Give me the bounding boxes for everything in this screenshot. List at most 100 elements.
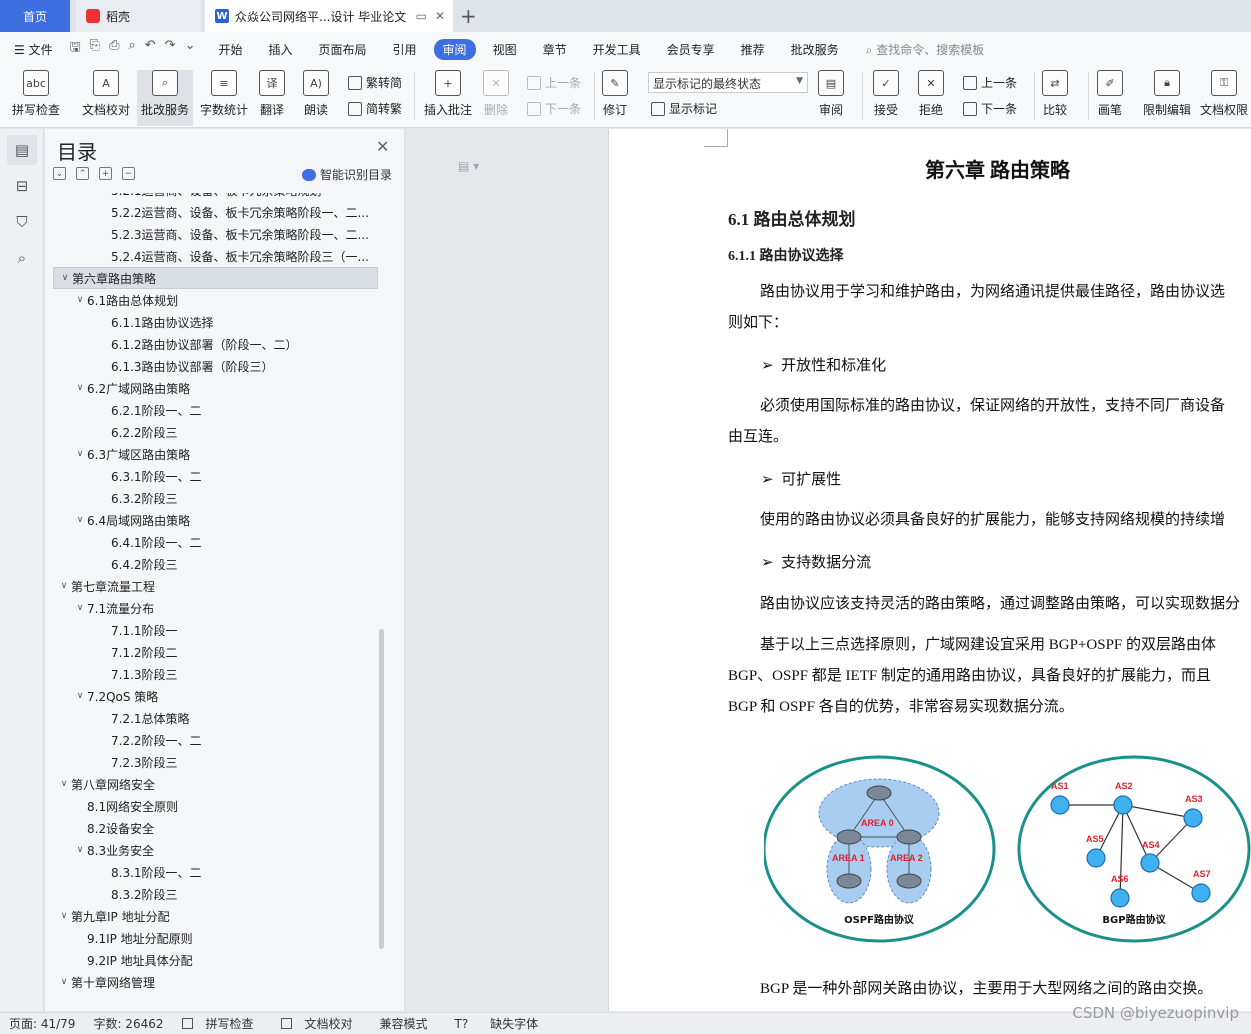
toc-scrollbar[interactable] <box>379 629 384 949</box>
read-aloud-button[interactable]: A) 朗读 <box>303 70 329 118</box>
plus-icon[interactable]: + <box>99 167 112 180</box>
toc-item[interactable]: 6.2.1阶段一、二 <box>53 399 378 421</box>
toc-item[interactable]: 8.3.1阶段一、二 <box>53 861 378 883</box>
toc-item[interactable]: 6.3.2阶段三 <box>53 487 378 509</box>
new-tab-icon[interactable]: + <box>460 4 477 28</box>
document-page[interactable]: 第六章 路由策略 6.1 路由总体规划 6.1.1 路由协议选择 路由协议用于学… <box>608 129 1251 1011</box>
redo-icon[interactable]: ↷ <box>165 38 176 60</box>
toc-item[interactable]: 6.1.3路由协议部署（阶段三） <box>53 355 378 377</box>
toc-item[interactable]: 6.4.1阶段一、二 <box>53 531 378 553</box>
chevron-down-icon[interactable]: ∨ <box>57 911 71 921</box>
to-traditional-button[interactable]: 繁转简 <box>348 74 402 91</box>
menu-review-service[interactable]: 批改服务 <box>778 41 852 58</box>
missing-font-button[interactable]: T? 缺失字体 <box>437 1015 557 1032</box>
toc-item[interactable]: 7.1.3阶段三 <box>53 663 378 685</box>
menu-page-layout[interactable]: 页面布局 <box>306 41 380 58</box>
toc-item[interactable]: ∨ 第八章网络安全 <box>53 773 378 795</box>
toc-item[interactable]: 9.2IP 地址具体分配 <box>53 949 378 971</box>
menu-review[interactable]: 审阅 <box>433 38 476 60</box>
menu-reference[interactable]: 引用 <box>380 41 430 58</box>
command-search[interactable]: ⌕ 查找命令、搜索模板 <box>866 41 985 58</box>
chevron-down-icon[interactable]: ∨ <box>57 779 71 789</box>
prev-comment-button[interactable]: 上一条 <box>527 74 581 91</box>
menu-insert[interactable]: 插入 <box>256 41 306 58</box>
save-icon[interactable]: 🖫 <box>70 38 81 60</box>
close-icon[interactable]: ✕ <box>435 9 445 23</box>
window-icon[interactable]: ▭ <box>416 9 427 23</box>
toc-item[interactable]: ∨ 第十章网络管理 <box>53 971 378 993</box>
toc-item[interactable]: 5.2.3运营商、设备、板卡冗余策略阶段一、二... <box>53 223 378 245</box>
toc-item[interactable]: ∨ 第九章IP 地址分配 <box>53 905 378 927</box>
chevron-down-icon[interactable]: ∨ <box>73 515 87 525</box>
minus-icon[interactable]: − <box>122 167 135 180</box>
close-icon[interactable]: ✕ <box>376 137 389 156</box>
translate-button[interactable]: 译翻译 <box>259 70 285 118</box>
toc-item[interactable]: 6.2.2阶段三 <box>53 421 378 443</box>
word-count-button[interactable]: ≡ 字数统计 <box>200 70 248 118</box>
insert-comment-button[interactable]: + 插入批注 <box>424 70 472 118</box>
undo-icon[interactable]: ↶ <box>145 38 156 60</box>
bookmark-icon[interactable]: ⛉ <box>7 207 37 237</box>
menu-recommend[interactable]: 推荐 <box>728 41 778 58</box>
next-comment-button[interactable]: 下一条 <box>527 100 581 117</box>
compare-button[interactable]: ⇄ 比较 <box>1042 70 1068 118</box>
show-markup-button[interactable]: 显示标记 <box>651 100 717 117</box>
chapter-nav-icon[interactable]: ⊟ <box>7 171 37 201</box>
toc-item[interactable]: 6.4.2阶段三 <box>53 553 378 575</box>
spell-check-button[interactable]: abc 拼写检查 <box>12 70 60 118</box>
tab-home[interactable]: 首页 <box>0 0 70 32</box>
toc-item[interactable]: 6.3.1阶段一、二 <box>53 465 378 487</box>
word-count-indicator[interactable]: 字数: 26462 <box>84 1015 172 1032</box>
document-icon[interactable]: ▤ ▾ <box>458 159 479 173</box>
toc-item[interactable]: ∨ 第七章流量工程 <box>53 575 378 597</box>
chevron-down-icon[interactable]: ∨ <box>73 845 87 855</box>
delete-comment-button[interactable]: ✕ 删除 <box>483 70 509 118</box>
collapse-icon[interactable]: ⌃ <box>76 167 89 180</box>
file-menu[interactable]: ☰ 文件 <box>0 41 66 58</box>
toc-item[interactable]: ∨ 6.4局域网路由策略 <box>53 509 378 531</box>
menu-view[interactable]: 视图 <box>480 41 530 58</box>
accept-button[interactable]: ✓ 接受 <box>873 70 899 118</box>
to-simplified-button[interactable]: 简转繁 <box>348 100 402 117</box>
toc-item[interactable]: ∨ 7.2QoS 策略 <box>53 685 378 707</box>
chevron-down-icon[interactable]: ∨ <box>58 273 72 283</box>
track-changes-button[interactable]: ✎ 修订 <box>602 70 628 118</box>
toc-item[interactable]: ∨ 7.1流量分布 <box>53 597 378 619</box>
chevron-down-icon[interactable]: ∨ <box>73 603 87 613</box>
prev-change-button[interactable]: 上一条 <box>963 74 1017 91</box>
toc-panel-icon[interactable]: ▤ <box>7 135 37 165</box>
doc-proof-button[interactable]: A 文档校对 <box>82 70 130 118</box>
toc-item[interactable]: 8.3.2阶段三 <box>53 883 378 905</box>
menu-start[interactable]: 开始 <box>205 41 255 58</box>
chevron-down-icon[interactable]: ∨ <box>73 449 87 459</box>
toc-item[interactable]: 6.1.2路由协议部署（阶段一、二） <box>53 333 378 355</box>
toc-item[interactable]: 5.2.1运营商、设备、板卡冗余策略规划 <box>53 193 378 201</box>
pen-button[interactable]: ✐ 画笔 <box>1097 70 1123 118</box>
chevron-down-icon[interactable]: ∨ <box>57 977 71 987</box>
next-change-button[interactable]: 下一条 <box>963 100 1017 117</box>
restrict-edit-button[interactable]: 🔒︎ 限制编辑 <box>1143 70 1191 118</box>
toc-item[interactable]: 7.1.2阶段二 <box>53 641 378 663</box>
markup-state-select[interactable]: 显示标记的最终状态 ▼ <box>648 72 808 93</box>
preview-icon[interactable]: ⌕ <box>128 38 135 60</box>
toc-item[interactable]: 5.2.4运营商、设备、板卡冗余策略阶段三（一... <box>53 245 378 267</box>
toc-item[interactable]: 7.2.3阶段三 <box>53 751 378 773</box>
doc-permission-button[interactable]: ⚿ 文档权限 <box>1200 70 1248 118</box>
menu-chapter[interactable]: 章节 <box>530 41 580 58</box>
chevron-down-icon[interactable]: ∨ <box>57 581 71 591</box>
export-icon[interactable]: ⎘ <box>90 38 100 60</box>
doc-proof-status[interactable]: 文档校对 <box>272 1015 371 1032</box>
toc-item[interactable]: ∨ 6.3广域区路由策略 <box>53 443 378 465</box>
toc-item[interactable]: 7.2.2阶段一、二 <box>53 729 378 751</box>
toc-item[interactable]: 6.1.1路由协议选择 <box>53 311 378 333</box>
chevron-down-icon[interactable]: ∨ <box>73 383 87 393</box>
toc-item[interactable]: 8.2设备安全 <box>53 817 378 839</box>
search-icon[interactable]: ⌕ <box>7 243 37 273</box>
toc-item[interactable]: 9.1IP 地址分配原则 <box>53 927 378 949</box>
spell-check-toggle[interactable]: 拼写检查 <box>173 1015 272 1032</box>
toc-item[interactable]: ∨ 6.2广域网路由策略 <box>53 377 378 399</box>
print-icon[interactable]: ⎙ <box>109 38 119 60</box>
chevron-down-icon[interactable]: ∨ <box>73 691 87 701</box>
menu-dev-tools[interactable]: 开发工具 <box>580 41 654 58</box>
toc-item[interactable]: 5.2.2运营商、设备、板卡冗余策略阶段一、二... <box>53 201 378 223</box>
